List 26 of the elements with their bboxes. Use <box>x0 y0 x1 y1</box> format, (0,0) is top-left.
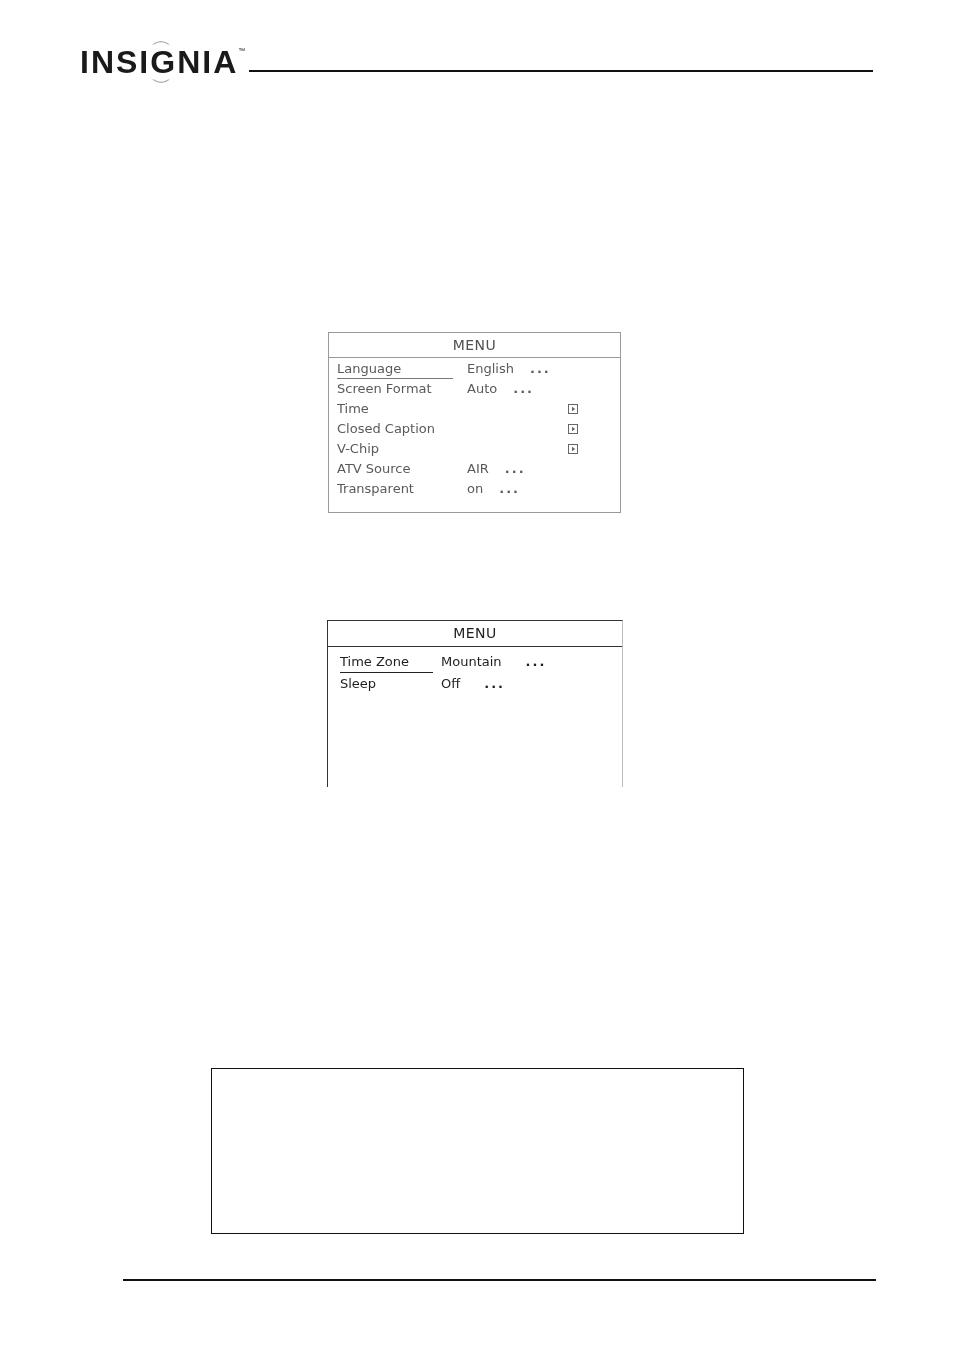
more-options-ellipsis: ... <box>504 460 526 479</box>
menu-title: MENU <box>452 335 497 355</box>
menu-item[interactable]: Sleep <box>340 673 433 695</box>
more-options-ellipsis: ... <box>499 480 521 499</box>
brand-logo: INSIGNIA <box>80 46 239 78</box>
menu-item[interactable]: Transparent <box>337 479 453 499</box>
menu-item[interactable]: V-Chip <box>337 439 453 459</box>
menu-item[interactable]: Screen Format <box>337 379 453 399</box>
menu-item-value: Off <box>441 675 461 694</box>
menu-item[interactable]: ATV Source <box>337 459 453 479</box>
menu-item[interactable]: Time Zone <box>340 651 433 673</box>
menu-item-value: Auto <box>467 380 498 399</box>
menu-item-value: on <box>467 480 484 499</box>
more-options-ellipsis: ... <box>513 380 534 399</box>
more-options-ellipsis: ... <box>525 653 547 672</box>
arc-icon <box>151 79 171 85</box>
menu-item-value: English <box>467 360 514 379</box>
menu-item-value: AIR <box>467 460 489 479</box>
arc-icon <box>151 39 171 45</box>
menu-item-value: Mountain <box>441 653 502 672</box>
more-options-ellipsis: ... <box>529 360 551 379</box>
menu-item[interactable]: Time <box>337 399 453 419</box>
more-options-ellipsis: ... <box>484 675 506 694</box>
menu-item[interactable]: Language <box>337 359 453 379</box>
menu-title: MENU <box>453 624 497 643</box>
menu-item[interactable]: Closed Caption <box>337 419 453 439</box>
